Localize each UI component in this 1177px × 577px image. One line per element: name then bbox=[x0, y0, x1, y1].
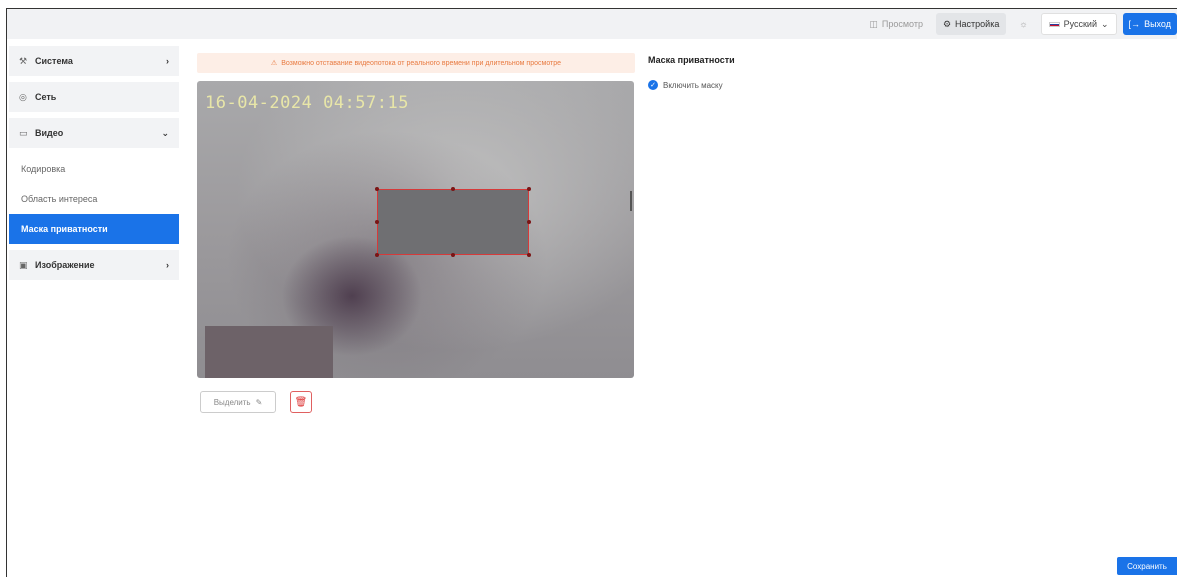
warning-text: Возможно отставание видеопотока от реаль… bbox=[281, 59, 562, 67]
video-submenu: Кодировка Область интереса Маска приватн… bbox=[9, 148, 179, 244]
video-preview[interactable]: 16-04-2024 04:57:15 bbox=[197, 81, 634, 378]
logout-label: Выход bbox=[1144, 19, 1171, 29]
resize-handle-top-left[interactable] bbox=[375, 187, 379, 191]
video-icon: ▭ bbox=[19, 127, 28, 138]
sidebar-item-label: Изображение bbox=[35, 260, 95, 270]
logout-icon: [→ bbox=[1128, 19, 1141, 29]
sidebar-subitem-label: Область интереса bbox=[21, 194, 98, 204]
chevron-right-icon: › bbox=[166, 56, 169, 66]
sidebar-item-system[interactable]: ⚒ Система › bbox=[9, 46, 179, 76]
language-label: Русский bbox=[1063, 19, 1097, 29]
sidebar-subitem-roi[interactable]: Область интереса bbox=[9, 184, 179, 214]
settings-tab-label: Настройка bbox=[955, 19, 1000, 29]
latency-warning-banner: ⚠ Возможно отставание видеопотока от реа… bbox=[197, 53, 635, 73]
resize-handle-right[interactable] bbox=[527, 220, 531, 224]
checkbox-checked-icon: ✓ bbox=[648, 80, 658, 90]
resize-handle-top-right[interactable] bbox=[527, 187, 531, 191]
chevron-down-icon: ⌄ bbox=[1101, 18, 1109, 29]
camera-icon: ◫ bbox=[869, 18, 878, 29]
logout-button[interactable]: [→ Выход bbox=[1122, 13, 1177, 35]
resize-handle-top[interactable] bbox=[451, 187, 455, 191]
mask-controls: Выделить ✎ 🗑 bbox=[200, 391, 312, 413]
enable-mask-label: Включить маску bbox=[663, 80, 723, 90]
video-timestamp: 16-04-2024 04:57:15 bbox=[205, 93, 409, 113]
chevron-right-icon: › bbox=[166, 260, 169, 270]
sidebar-item-label: Сеть bbox=[35, 92, 57, 102]
resize-handle-bottom-left[interactable] bbox=[375, 253, 379, 257]
settings-tab[interactable]: ⚙ Настройка bbox=[935, 13, 1007, 35]
video-edge-mark bbox=[630, 191, 632, 211]
sidebar-item-network[interactable]: ◎ Сеть bbox=[9, 82, 179, 112]
pencil-icon: ✎ bbox=[255, 397, 263, 407]
chevron-down-icon: ⌄ bbox=[161, 127, 169, 138]
sun-icon: ☼ bbox=[1019, 19, 1028, 29]
resize-handle-left[interactable] bbox=[375, 220, 379, 224]
gear-icon: ⚙ bbox=[942, 18, 952, 29]
globe-icon: ◎ bbox=[19, 91, 27, 102]
top-bar: ◫ Просмотр ⚙ Настройка ☼ Русский ⌄ [→ Вы… bbox=[7, 9, 1177, 39]
select-area-button[interactable]: Выделить ✎ bbox=[200, 391, 276, 413]
blurred-region bbox=[205, 326, 333, 378]
wrench-icon: ⚒ bbox=[19, 55, 28, 66]
privacy-mask-rectangle[interactable] bbox=[375, 187, 531, 257]
view-tab-label: Просмотр bbox=[881, 19, 923, 29]
delete-mask-button[interactable]: 🗑 bbox=[290, 391, 312, 413]
sidebar-subitem-label: Маска приватности bbox=[21, 224, 108, 234]
sidebar-item-image[interactable]: ▣ Изображение › bbox=[9, 250, 179, 280]
theme-toggle-button[interactable]: ☼ bbox=[1012, 13, 1034, 35]
view-tab[interactable]: ◫ Просмотр bbox=[862, 13, 930, 35]
trash-icon: 🗑 bbox=[294, 396, 308, 408]
select-area-label: Выделить bbox=[213, 397, 251, 407]
enable-mask-checkbox[interactable]: ✓ Включить маску bbox=[648, 80, 723, 90]
sidebar-subitem-label: Кодировка bbox=[21, 164, 66, 174]
resize-handle-bottom[interactable] bbox=[451, 253, 455, 257]
sidebar: ⚒ Система › ◎ Сеть ▭ Видео ⌄ Кодировка О… bbox=[9, 46, 179, 286]
sidebar-item-label: Видео bbox=[35, 128, 64, 138]
resize-handle-bottom-right[interactable] bbox=[527, 253, 531, 257]
sidebar-subitem-encoding[interactable]: Кодировка bbox=[9, 154, 179, 184]
sidebar-subitem-privacy-mask[interactable]: Маска приватности bbox=[9, 214, 179, 244]
image-icon: ▣ bbox=[19, 259, 28, 270]
app-frame: ◫ Просмотр ⚙ Настройка ☼ Русский ⌄ [→ Вы… bbox=[6, 8, 1177, 577]
sidebar-item-video[interactable]: ▭ Видео ⌄ bbox=[9, 118, 179, 148]
panel-title: Маска приватности bbox=[648, 55, 735, 65]
warning-icon: ⚠ bbox=[270, 60, 278, 67]
sidebar-item-label: Система bbox=[35, 56, 73, 66]
save-button[interactable]: Сохранить bbox=[1117, 557, 1177, 575]
language-select[interactable]: Русский ⌄ bbox=[1040, 13, 1117, 35]
flag-icon bbox=[1048, 21, 1060, 27]
